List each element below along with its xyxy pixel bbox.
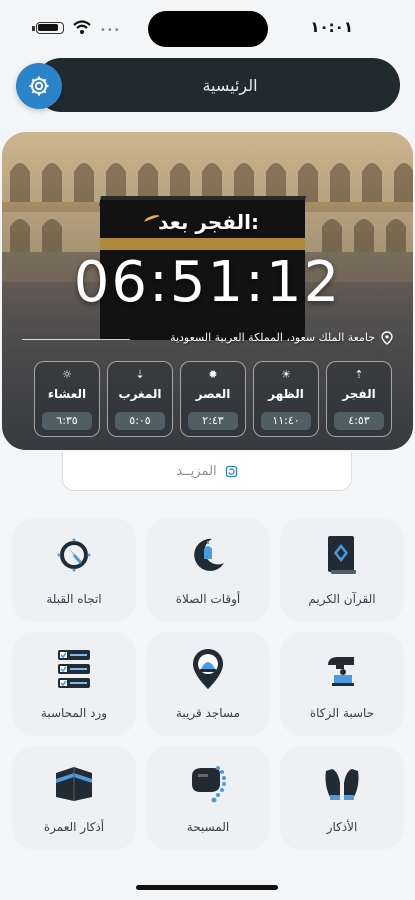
prayer-name: الفجر — [342, 387, 376, 401]
refresh-icon — [225, 465, 237, 477]
kaaba-icon — [56, 767, 92, 801]
gear-icon — [29, 76, 49, 96]
sun-icon: ☀ — [281, 368, 291, 381]
tile-label: أذكار العمرة — [43, 820, 105, 834]
kaaba-band — [100, 238, 305, 250]
prayer-time: ٥:٠٥ — [115, 412, 165, 430]
more-label: المزيــد — [176, 463, 217, 479]
tile-label: المسبحة — [186, 820, 230, 834]
tile-label: أوقات الصلاة — [175, 592, 241, 606]
tile-label: الأذكار — [326, 820, 358, 834]
home-indicator[interactable] — [136, 885, 278, 890]
tile-label: حاسبة الزكاة — [309, 706, 375, 720]
tile-label: ورد المحاسبة — [40, 706, 108, 720]
prayer-name: العصر — [195, 387, 231, 401]
zakat-tile[interactable]: حاسبة الزكاة — [280, 632, 404, 736]
sunrise-icon: ⇡ — [354, 368, 364, 381]
prayer-time: ٤:٥٣ — [334, 412, 384, 430]
prayer-time: ٢:٤٣ — [188, 412, 238, 430]
prayer-name: المغرب — [118, 387, 162, 401]
adhkar-tile[interactable]: الأذكار — [280, 746, 404, 850]
prayer-chip-fajr[interactable]: ⇡ الفجر ٤:٥٣ — [326, 361, 392, 437]
checklist-icon — [58, 650, 90, 688]
quran-book-icon — [328, 536, 356, 574]
moon-sun-icon: ☼ — [62, 368, 72, 381]
location-text: جامعة الملك سعود، المملكة العربية السعود… — [170, 331, 375, 344]
prayer-chip-dhuhr[interactable]: ☀ الظهر ١١:٤٠ — [253, 361, 319, 437]
signal-dots: ••• — [100, 25, 121, 36]
prayer-times-row: ⇡ الفجر ٤:٥٣ ☀ الظهر ١١:٤٠ ✹ العصر ٢:٤٣ … — [33, 361, 392, 437]
dynamic-island — [148, 11, 268, 47]
header-bar: الرئيسية — [36, 58, 400, 112]
status-bar: ••• ١٠:٠١ — [0, 0, 415, 56]
location-pin-icon — [381, 331, 393, 345]
compass-icon — [57, 538, 91, 572]
nearby-mosques-tile[interactable]: مساجد قريبة — [146, 632, 270, 736]
battery-icon — [36, 22, 64, 34]
tasbih-tile[interactable]: المسبحة — [146, 746, 270, 850]
prayer-chip-isha[interactable]: ☼ العشاء ٦:٣٥ — [34, 361, 100, 437]
prayer-time: ١١:٤٠ — [261, 412, 311, 430]
mosque-crescent-icon — [194, 538, 224, 571]
praying-hands-icon — [325, 769, 359, 800]
countdown-timer: 06:51:12 — [73, 250, 342, 315]
tile-label: اتجاه القبلة — [46, 592, 102, 606]
umrah-adhkar-tile[interactable]: أذكار العمرة — [12, 746, 136, 850]
location-divider — [22, 339, 130, 340]
prayer-name: العشاء — [47, 387, 87, 401]
prayer-time: ٦:٣٥ — [42, 412, 92, 430]
settings-button[interactable] — [16, 63, 62, 109]
prayer-times-tile[interactable]: أوقات الصلاة — [146, 518, 270, 622]
prayer-name: الظهر — [268, 387, 304, 401]
wifi-icon — [73, 20, 91, 34]
qibla-tile[interactable]: اتجاه القبلة — [12, 518, 136, 622]
more-button[interactable]: المزيــد — [62, 452, 352, 491]
status-time: ١٠:٠١ — [310, 18, 353, 36]
sun-small-icon: ✹ — [208, 368, 218, 381]
sunset-icon: ⇣ — [135, 368, 145, 381]
next-prayer-label: الفجر بعد: — [158, 210, 259, 234]
tile-label: مساجد قريبة — [175, 706, 241, 720]
muhasaba-tile[interactable]: ورد المحاسبة — [12, 632, 136, 736]
page-title: الرئيسية — [202, 75, 258, 95]
zakat-hand-icon — [328, 657, 354, 686]
tile-label: القرآن الكريم — [308, 592, 376, 606]
prayer-beads-icon — [192, 766, 226, 803]
prayer-chip-maghrib[interactable]: ⇣ المغرب ٥:٠٥ — [107, 361, 173, 437]
map-pin-mosque-icon — [193, 649, 223, 689]
battery-tip — [32, 26, 35, 31]
quran-tile[interactable]: القرآن الكريم — [280, 518, 404, 622]
prayer-chip-asr[interactable]: ✹ العصر ٢:٤٣ — [180, 361, 246, 437]
